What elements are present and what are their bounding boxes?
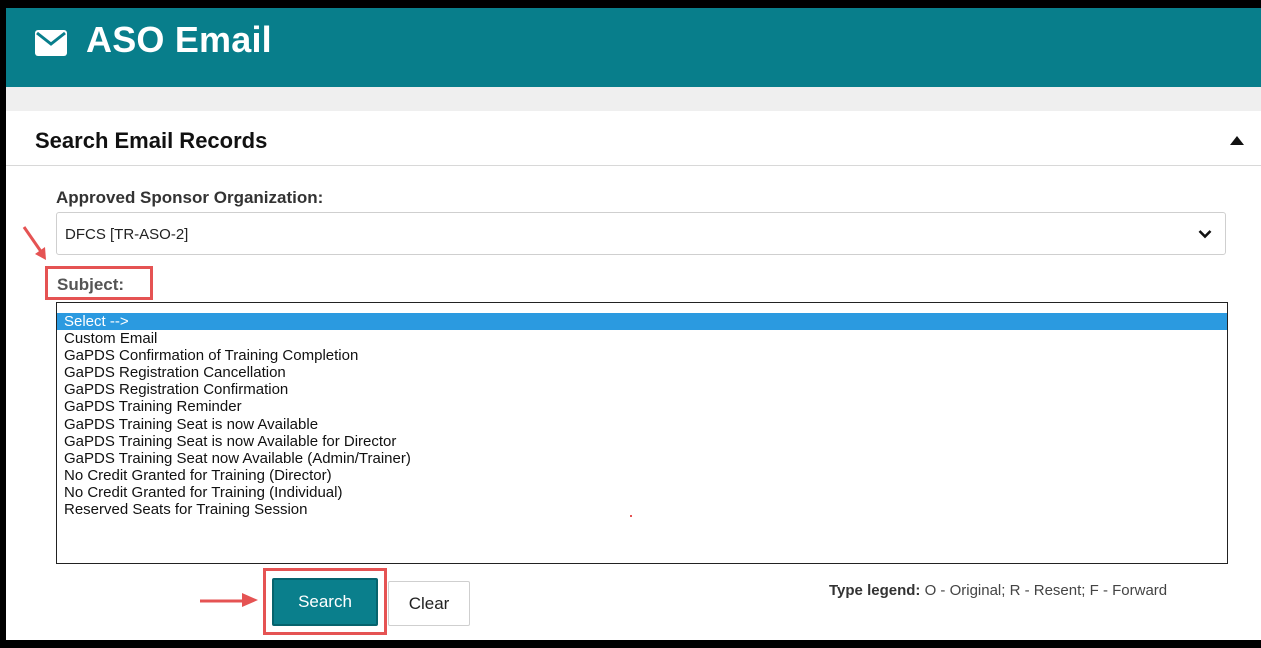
frame-border-bottom bbox=[0, 640, 1261, 648]
aso-label: Approved Sponsor Organization: bbox=[56, 188, 324, 207]
subject-option[interactable]: GaPDS Confirmation of Training Completio… bbox=[57, 347, 1227, 364]
page-title: ASO Email bbox=[86, 19, 272, 60]
page-spacer bbox=[6, 87, 1261, 111]
clear-button[interactable]: Clear bbox=[388, 581, 470, 626]
subject-option[interactable]: GaPDS Training Seat now Available (Admin… bbox=[57, 450, 1227, 467]
annotation-arrow-subject bbox=[22, 226, 46, 260]
frame-border-top bbox=[0, 0, 1261, 8]
type-legend-text: O - Original; R - Resent; F - Forward bbox=[920, 582, 1168, 599]
envelope-icon bbox=[35, 30, 67, 56]
stray-mark bbox=[630, 515, 632, 517]
aso-select-value: DFCS [TR-ASO-2] bbox=[65, 226, 189, 243]
type-legend-title: Type legend: bbox=[829, 582, 921, 599]
subject-option[interactable]: Reserved Seats for Training Session bbox=[57, 501, 1227, 518]
search-panel-header: Search Email Records bbox=[6, 111, 1261, 166]
subject-option[interactable]: GaPDS Registration Cancellation bbox=[57, 364, 1227, 381]
subject-option[interactable]: GaPDS Training Reminder bbox=[57, 398, 1227, 415]
search-button[interactable]: Search bbox=[272, 578, 378, 626]
aso-select[interactable]: DFCS [TR-ASO-2] bbox=[56, 212, 1226, 255]
subject-option[interactable]: GaPDS Training Seat is now Available for… bbox=[57, 433, 1227, 450]
subject-option[interactable]: Custom Email bbox=[57, 330, 1227, 347]
subject-option[interactable]: No Credit Granted for Training (Individu… bbox=[57, 484, 1227, 501]
type-legend: Type legend: O - Original; R - Resent; F… bbox=[829, 582, 1167, 599]
annotation-arrow-search bbox=[200, 593, 258, 607]
panel-title: Search Email Records bbox=[35, 128, 268, 153]
chevron-down-icon bbox=[1198, 230, 1212, 239]
subject-listbox[interactable]: Select --> Custom Email GaPDS Confirmati… bbox=[56, 302, 1228, 564]
page-header: ASO Email bbox=[6, 8, 1261, 87]
subject-option[interactable]: GaPDS Registration Confirmation bbox=[57, 381, 1227, 398]
subject-option[interactable]: No Credit Granted for Training (Director… bbox=[57, 467, 1227, 484]
subject-option[interactable]: Select --> bbox=[57, 313, 1227, 331]
subject-label: Subject: bbox=[57, 275, 125, 294]
caret-up-icon[interactable] bbox=[1230, 136, 1244, 145]
subject-option[interactable]: GaPDS Training Seat is now Available bbox=[57, 416, 1227, 433]
